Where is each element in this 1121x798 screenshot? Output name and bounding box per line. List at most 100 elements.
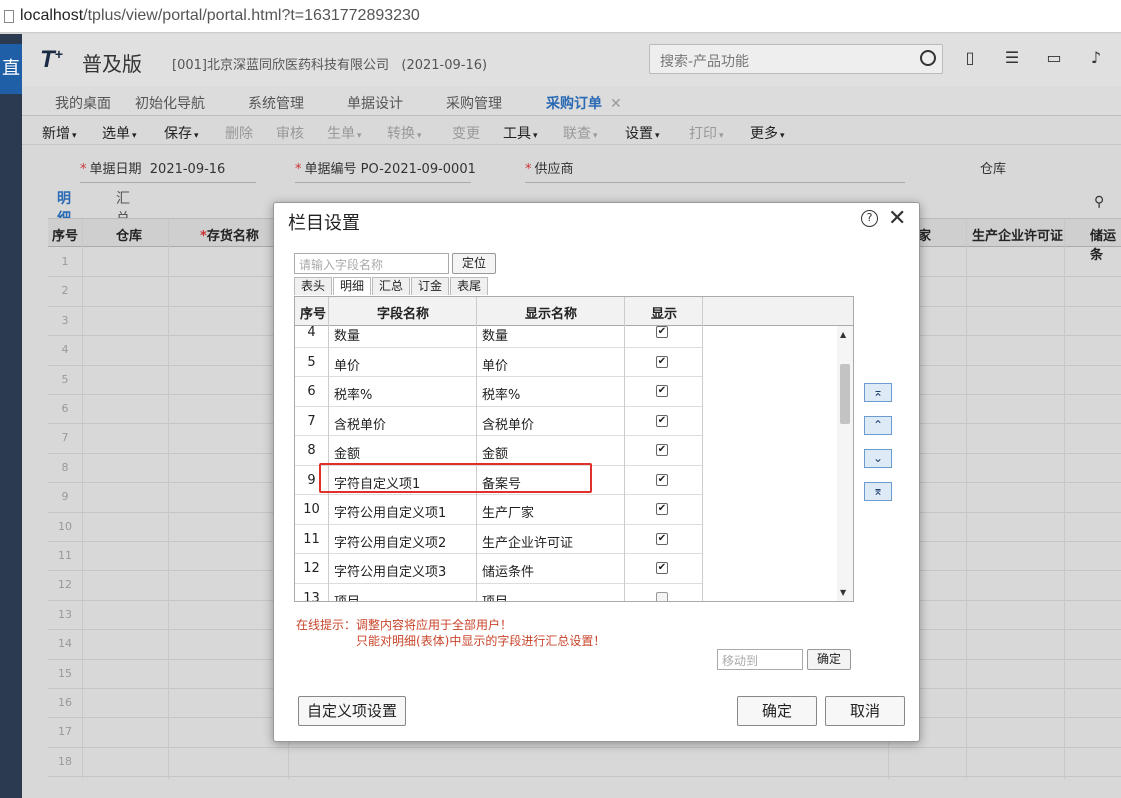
grid-row-line xyxy=(48,746,1121,748)
message-icon[interactable]: ▭ xyxy=(1044,48,1064,68)
row-display-name[interactable]: 生产企业许可证 xyxy=(482,532,573,551)
bell-icon[interactable]: ♪ xyxy=(1086,48,1106,68)
row-display-name[interactable]: 税率% xyxy=(482,384,520,403)
url-path: /tplus/view/portal/portal.html?t=1631772… xyxy=(83,7,420,24)
table-row[interactable]: 7 含税单价 含税单价 ✔ xyxy=(295,407,703,436)
app-window: T+ 普及版 [001]北京深蓝同欣医药科技有限公司 (2021-09-16) … xyxy=(22,34,1121,798)
row-field-name: 数量 xyxy=(334,329,361,344)
show-checkbox[interactable]: ✔ xyxy=(656,503,668,515)
field-search-input[interactable]: 请输入字段名称 xyxy=(294,253,449,274)
delete-button[interactable]: 删除 xyxy=(225,123,253,143)
ok-button[interactable]: 确定 xyxy=(737,696,817,726)
tab-form-design[interactable]: 单据设计 xyxy=(347,93,403,113)
tab-my-desktop[interactable]: 我的桌面 xyxy=(55,93,111,113)
show-checkbox[interactable]: ✔ xyxy=(656,562,668,574)
document-icon[interactable]: ▯ xyxy=(960,48,980,68)
grid-col-header: 仓库 xyxy=(116,229,143,244)
browser-url-bar[interactable]: localhost/tplus/view/portal/portal.html?… xyxy=(0,0,1121,33)
print-button[interactable]: 打印 ▾ xyxy=(689,123,724,143)
grid-row-number: 12 xyxy=(58,578,72,592)
field-table-scrollbar[interactable]: ▲ ▼ xyxy=(837,326,853,601)
help-icon[interactable]: ? xyxy=(861,210,878,227)
locate-button[interactable]: 定位 xyxy=(452,253,496,274)
tools-button[interactable]: 工具 ▾ xyxy=(503,123,538,143)
show-checkbox[interactable]: ✔ xyxy=(656,414,668,427)
table-row[interactable]: 11 字符公用自定义项2 生产企业许可证 ✔ xyxy=(295,525,703,554)
row-display-name[interactable]: 含税单价 xyxy=(482,414,534,433)
close-icon[interactable]: ✕ xyxy=(888,206,906,231)
table-row[interactable]: 6 税率% 税率% ✔ xyxy=(295,377,703,407)
row-display-name[interactable]: 储运条件 xyxy=(482,561,534,580)
row-num: 5 xyxy=(307,354,316,370)
grid-row-number: 8 xyxy=(61,460,69,474)
table-row[interactable]: 12 字符公用自定义项3 储运条件 ✔ xyxy=(295,554,703,584)
save-button[interactable]: 保存 ▾ xyxy=(164,123,199,143)
row-display-name[interactable]: 数量 xyxy=(482,326,508,344)
tab-purchase-management[interactable]: 采购管理 xyxy=(446,93,502,113)
move-top-button[interactable]: ⌅ xyxy=(864,383,892,402)
close-icon[interactable]: ✕ xyxy=(610,96,622,112)
tab-deposit-section[interactable]: 订金 xyxy=(411,277,450,295)
table-row[interactable]: 5 单价 单价 ✔ xyxy=(295,348,703,377)
location-pin-icon[interactable]: ⚲ xyxy=(1094,194,1104,210)
table-row[interactable]: 13 项目 项目 xyxy=(295,584,703,602)
query-button[interactable]: 联查 ▾ xyxy=(563,123,598,143)
tab-footer-section[interactable]: 表尾 xyxy=(450,277,489,295)
column-settings-dialog: 栏目设置 ? ✕ 请输入字段名称 定位 表头 明细 汇总 订金 表尾 序号 字段… xyxy=(273,202,920,742)
scroll-up-arrow-icon[interactable]: ▲ xyxy=(840,330,846,339)
warehouse-field[interactable]: 仓库 xyxy=(980,158,1006,177)
search-icon[interactable] xyxy=(920,50,936,66)
convert-button[interactable]: 转换 ▾ xyxy=(387,123,422,143)
grid-col-header: 储运条 xyxy=(1090,229,1117,263)
show-checkbox[interactable] xyxy=(656,591,668,601)
settings-button[interactable]: 设置 ▾ xyxy=(625,123,660,143)
scroll-down-arrow-icon[interactable]: ▼ xyxy=(840,588,846,597)
show-checkbox[interactable]: ✔ xyxy=(656,532,668,545)
grid-column-line xyxy=(966,219,967,779)
table-row[interactable]: 4 数量 数量 ✔ xyxy=(295,326,703,348)
grid-row-number: 18 xyxy=(58,754,72,768)
grid-row-number: 2 xyxy=(61,284,69,298)
tab-summary-section[interactable]: 汇总 xyxy=(372,277,411,295)
supplier-field[interactable]: * 供应商 xyxy=(525,158,905,183)
sidebar-tab[interactable]: 直 xyxy=(0,44,22,94)
move-to-confirm-button[interactable]: 确定 xyxy=(807,649,851,670)
field-table-header: 序号 字段名称 显示名称 显示 xyxy=(295,297,853,326)
product-search-input[interactable]: 搜索-产品功能 xyxy=(649,44,943,74)
task-list-icon[interactable]: ☰ xyxy=(1002,48,1022,68)
show-checkbox[interactable]: ✔ xyxy=(656,326,668,338)
generate-button[interactable]: 生单 ▾ xyxy=(327,123,362,143)
tab-detail-section[interactable]: 明细 xyxy=(333,277,372,295)
tab-header-section[interactable]: 表头 xyxy=(294,277,333,295)
table-row[interactable]: 8 金额 金额 ✔ xyxy=(295,436,703,466)
grid-row-number: 7 xyxy=(61,431,69,445)
tab-init-guide[interactable]: 初始化导航 xyxy=(135,93,205,113)
custom-fields-button[interactable]: 自定义项设置 xyxy=(298,696,406,726)
select-button[interactable]: 选单 ▾ xyxy=(102,123,137,143)
grid-row-number: 11 xyxy=(58,549,72,562)
tab-purchase-order[interactable]: 采购订单 ✕ xyxy=(536,93,650,120)
table-row[interactable]: 10 字符公用自定义项1 生产厂家 ✔ xyxy=(295,495,703,525)
move-up-button[interactable]: ⌃ xyxy=(864,416,892,435)
tab-system-management[interactable]: 系统管理 xyxy=(248,93,304,113)
change-button[interactable]: 变更 xyxy=(452,123,480,143)
show-checkbox[interactable]: ✔ xyxy=(656,473,668,486)
move-down-button[interactable]: ⌄ xyxy=(864,449,892,468)
show-checkbox[interactable]: ✔ xyxy=(656,444,668,456)
more-button[interactable]: 更多 ▾ xyxy=(750,123,785,143)
doc-date-field[interactable]: * 单据日期 2021-09-16 xyxy=(80,158,256,183)
row-display-name[interactable]: 金额 xyxy=(482,443,508,462)
row-display-name[interactable]: 单价 xyxy=(482,355,508,374)
move-to-input[interactable]: 移动到 xyxy=(717,649,803,670)
row-display-name[interactable]: 生产厂家 xyxy=(482,502,534,521)
doc-number-field[interactable]: * 单据编号 PO-2021-09-0001 xyxy=(295,158,476,183)
scrollbar-thumb[interactable] xyxy=(840,364,850,424)
row-field-name: 字符公用自定义项1 xyxy=(334,506,447,521)
move-bottom-button[interactable]: ⌆ xyxy=(864,482,892,501)
audit-button[interactable]: 审核 xyxy=(276,123,304,143)
show-checkbox[interactable]: ✔ xyxy=(656,385,668,397)
cancel-button[interactable]: 取消 xyxy=(825,696,905,726)
row-display-name[interactable]: 项目 xyxy=(482,591,508,602)
new-button[interactable]: 新增 ▾ xyxy=(42,123,77,143)
show-checkbox[interactable]: ✔ xyxy=(656,355,668,368)
